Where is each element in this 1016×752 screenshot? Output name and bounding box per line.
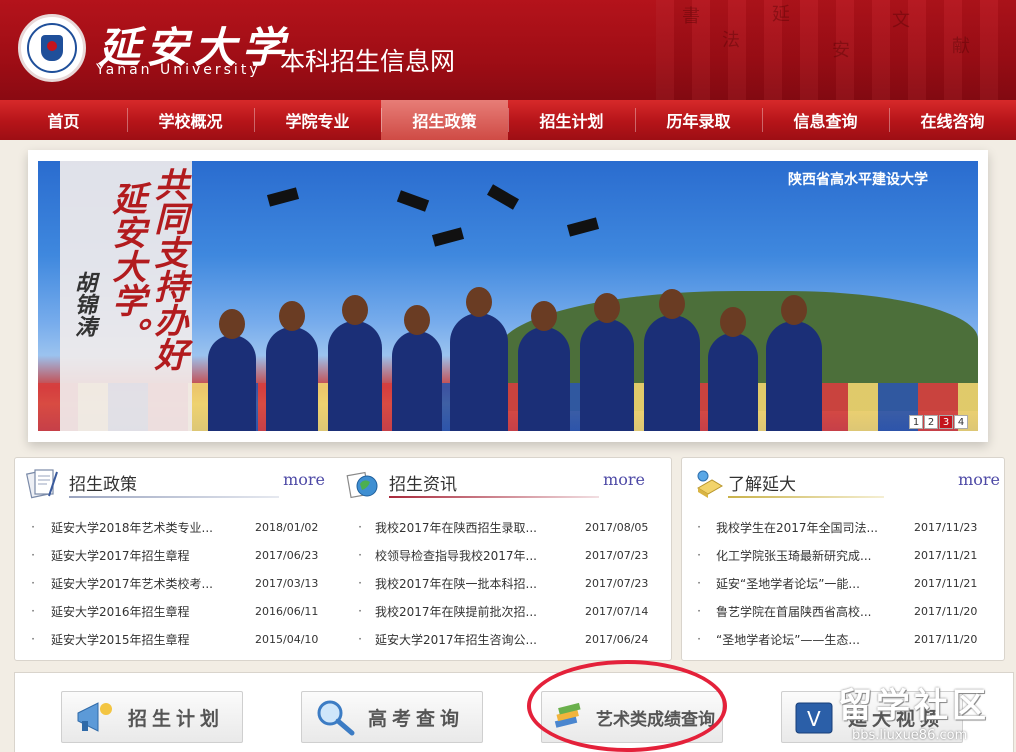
list-item[interactable]: · “圣地学者论坛”——生态... 2017/11/20 [682, 625, 1004, 653]
list-item[interactable]: · 延安大学2016年招生章程 2016/06/11 [15, 597, 339, 625]
calligraphy-line-1: 共同支持办好 [148, 167, 188, 371]
site-header: 書 法 延 安 文 献 延安大学 Yanan University 本科招生信息… [0, 0, 1016, 100]
list-item[interactable]: · 延安大学2015年招生章程 2015/04/10 [15, 625, 339, 653]
banner-frame: 共同支持办好 延安大学。 胡锦涛 陕西省高水平建设大学 1 2 3 4 [28, 150, 988, 442]
admission-plan-button[interactable]: 招生计划 [61, 691, 243, 743]
calligraphy-signature: 胡锦涛 [71, 271, 97, 337]
about-title: 了解延大 [728, 475, 796, 495]
nav-online-consult[interactable]: 在线咨询 [889, 100, 1016, 140]
svg-text:V: V [807, 707, 821, 731]
about-panel: 了解延大 more · 我校学生在2017年全国司法... 2017/11/23 ·… [681, 457, 1005, 661]
magnifier-icon [317, 700, 355, 736]
banner-page-3[interactable]: 3 [939, 415, 953, 429]
gaokao-query-label: 高考查询 [368, 707, 465, 730]
news-more-link[interactable]: more [603, 470, 645, 489]
nav-info-query[interactable]: 信息查询 [762, 100, 889, 140]
list-item[interactable]: · 化工学院张玉琦最新研究成... 2017/11/21 [682, 541, 1004, 569]
nav-admission-policy[interactable]: 招生政策 [381, 100, 508, 140]
calligraphy-line-2: 延安大学。 [106, 181, 146, 351]
university-english-name: Yanan University [96, 62, 261, 78]
policy-more-link[interactable]: more [283, 470, 325, 489]
banner-slideshow[interactable]: 共同支持办好 延安大学。 胡锦涛 陕西省高水平建设大学 1 2 3 4 [38, 161, 978, 431]
list-item[interactable]: · 鲁艺学院在首届陕西省高校... 2017/11/20 [682, 597, 1004, 625]
nav-past-admissions[interactable]: 历年录取 [635, 100, 762, 140]
megaphone-icon [77, 702, 112, 732]
about-more-link[interactable]: more [958, 470, 1000, 489]
policy-title: 招生政策 [69, 475, 137, 495]
policy-list: · 延安大学2018年艺术类专业... 2018/01/02 · 延安大学2017年招… [15, 513, 339, 653]
list-item[interactable]: · 延安“圣地学者论坛”一能... 2017/11/21 [682, 569, 1004, 597]
watermark-url: bbs.liuxue86.com [852, 728, 968, 743]
watermark: 留学社区 bbs.liuxue86.com [838, 676, 1013, 752]
site-name: 本科招生信息网 [280, 47, 456, 76]
list-item[interactable]: · 我校2017年在陕一批本科招... 2017/07/23 [345, 569, 669, 597]
news-title: 招生资讯 [389, 475, 457, 495]
list-item[interactable]: · 我校学生在2017年全国司法... 2017/11/23 [682, 513, 1004, 541]
banner-pager: 1 2 3 4 [909, 415, 968, 429]
nav-admission-plan[interactable]: 招生计划 [508, 100, 635, 140]
list-item[interactable]: · 延安大学2017年招生咨询公... 2017/06/24 [345, 625, 669, 653]
list-item[interactable]: · 校领导检查指导我校2017年... 2017/07/23 [345, 541, 669, 569]
list-item[interactable]: · 延安大学2017年招生章程 2017/06/23 [15, 541, 339, 569]
banner-page-1[interactable]: 1 [909, 415, 923, 429]
watermark-text: 留学社区 [838, 686, 990, 726]
banner-page-2[interactable]: 2 [924, 415, 938, 429]
news-panel: 招生政策 more · 延安大学2018年艺术类专业... 2018/01/02 ·… [14, 457, 672, 661]
university-logo-icon[interactable] [18, 14, 86, 82]
news-list: · 我校2017年在陕西招生录取... 2017/08/05 · 校领导检查指导我校2… [345, 513, 669, 653]
gaokao-query-button[interactable]: 高考查询 [301, 691, 483, 743]
policy-documents-icon [25, 469, 58, 499]
graduates-photo [188, 287, 828, 431]
nav-school-overview[interactable]: 学校概况 [127, 100, 254, 140]
news-globe-icon [346, 471, 378, 499]
banner-tagline: 陕西省高水平建设大学 [788, 172, 928, 188]
about-info-icon [697, 470, 723, 498]
calligraphy-panel: 共同支持办好 延安大学。 胡锦涛 [60, 161, 192, 431]
banner-page-4[interactable]: 4 [954, 415, 968, 429]
list-item[interactable]: · 我校2017年在陕提前批次招... 2017/07/14 [345, 597, 669, 625]
list-item[interactable]: · 延安大学2018年艺术类专业... 2018/01/02 [15, 513, 339, 541]
video-icon: V [795, 702, 833, 734]
calligraphy-background: 書 法 延 安 文 献 [656, 0, 1016, 100]
about-list: · 我校学生在2017年全国司法... 2017/11/23 · 化工学院张玉琦最新研… [682, 513, 1004, 653]
highlight-annotation-oval [527, 660, 727, 752]
list-item[interactable]: · 延安大学2017年艺术类校考... 2017/03/13 [15, 569, 339, 597]
admission-plan-label: 招生计划 [128, 707, 225, 730]
nav-colleges-majors[interactable]: 学院专业 [254, 100, 381, 140]
nav-home[interactable]: 首页 [0, 100, 127, 140]
list-item[interactable]: · 我校2017年在陕西招生录取... 2017/08/05 [345, 513, 669, 541]
main-nav: 首页 学校概况 学院专业 招生政策 招生计划 历年录取 信息查询 在线咨询 [0, 100, 1016, 140]
